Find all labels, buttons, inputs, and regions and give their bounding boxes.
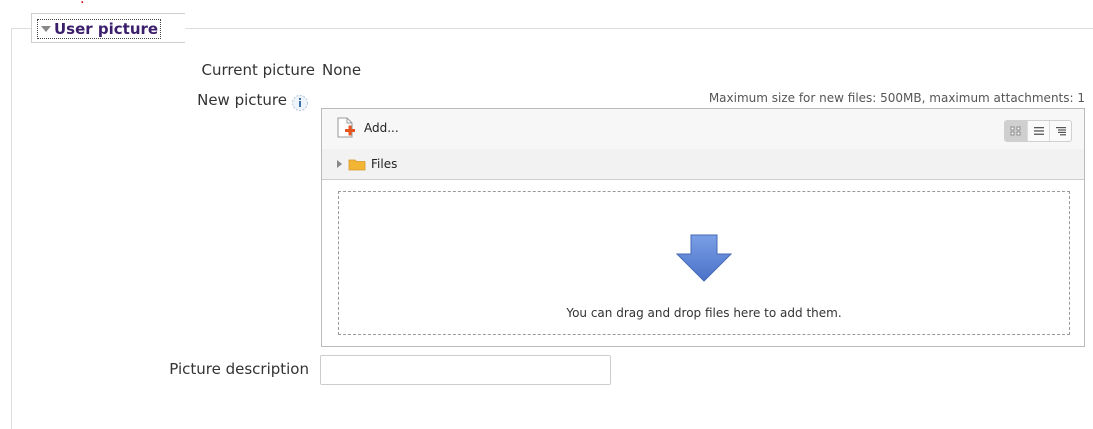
legend-toggle[interactable]: User picture	[37, 19, 162, 39]
folder-path-bar[interactable]: Files	[322, 149, 1084, 180]
add-file-icon	[337, 117, 355, 138]
current-picture-value: None	[322, 61, 362, 79]
info-icon[interactable]	[291, 94, 309, 112]
filepicker-toolbar: Add...	[322, 109, 1084, 150]
tree-view-icon[interactable]	[1049, 121, 1071, 141]
new-picture-label: New picture	[197, 91, 287, 109]
folder-icon	[348, 159, 366, 170]
filepicker: Add... Files You can drag and drop files…	[321, 108, 1085, 347]
picture-description-label: Picture description	[169, 360, 309, 378]
page-header-clipped: .	[0, 0, 1093, 6]
legend-title: User picture	[54, 20, 159, 38]
collapse-triangle-icon	[41, 26, 51, 32]
user-picture-legend[interactable]: User picture	[31, 13, 185, 43]
drop-zone-text: You can drag and drop files here to add …	[566, 306, 842, 320]
add-file-button[interactable]: Add...	[336, 117, 399, 139]
list-view-icon[interactable]	[1027, 121, 1049, 141]
folder-label: Files	[371, 157, 398, 171]
file-drop-zone[interactable]: You can drag and drop files here to add …	[338, 191, 1070, 335]
expand-triangle-icon	[337, 160, 342, 168]
max-size-note: Maximum size for new files: 500MB, maxim…	[708, 91, 1085, 105]
drop-arrow-icon	[676, 234, 732, 282]
current-picture-label: Current picture	[201, 61, 316, 79]
icons-view-icon[interactable]	[1005, 121, 1027, 141]
add-file-label: Add...	[364, 121, 399, 135]
picture-description-input[interactable]	[320, 355, 611, 385]
view-mode-switcher	[1004, 120, 1072, 142]
